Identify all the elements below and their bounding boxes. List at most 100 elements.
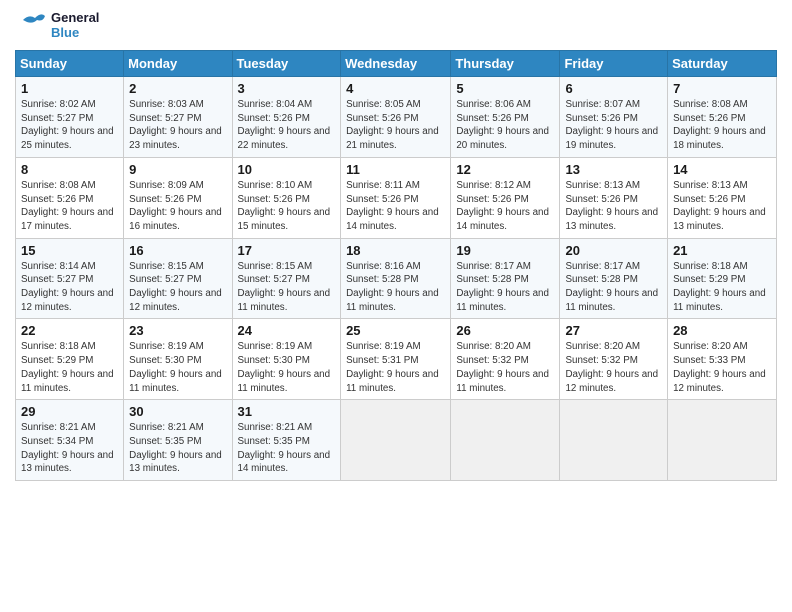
calendar-cell bbox=[341, 400, 451, 481]
day-info: Sunrise: 8:20 AMSunset: 5:32 PMDaylight:… bbox=[456, 341, 549, 393]
calendar-cell: 4 Sunrise: 8:05 AMSunset: 5:26 PMDayligh… bbox=[341, 77, 451, 158]
day-number: 30 bbox=[129, 404, 226, 419]
calendar-cell: 12 Sunrise: 8:12 AMSunset: 5:26 PMDaylig… bbox=[451, 157, 560, 238]
weekday-monday: Monday bbox=[124, 51, 232, 77]
calendar-cell: 19 Sunrise: 8:17 AMSunset: 5:28 PMDaylig… bbox=[451, 238, 560, 319]
calendar-week-2: 8 Sunrise: 8:08 AMSunset: 5:26 PMDayligh… bbox=[16, 157, 777, 238]
day-number: 24 bbox=[238, 323, 336, 338]
day-info: Sunrise: 8:09 AMSunset: 5:26 PMDaylight:… bbox=[129, 180, 222, 232]
day-info: Sunrise: 8:07 AMSunset: 5:26 PMDaylight:… bbox=[565, 99, 658, 151]
weekday-friday: Friday bbox=[560, 51, 668, 77]
calendar-cell: 18 Sunrise: 8:16 AMSunset: 5:28 PMDaylig… bbox=[341, 238, 451, 319]
day-number: 27 bbox=[565, 323, 662, 338]
calendar-cell: 2 Sunrise: 8:03 AMSunset: 5:27 PMDayligh… bbox=[124, 77, 232, 158]
calendar-cell: 17 Sunrise: 8:15 AMSunset: 5:27 PMDaylig… bbox=[232, 238, 341, 319]
day-number: 31 bbox=[238, 404, 336, 419]
calendar-cell: 28 Sunrise: 8:20 AMSunset: 5:33 PMDaylig… bbox=[668, 319, 777, 400]
calendar-cell: 31 Sunrise: 8:21 AMSunset: 5:35 PMDaylig… bbox=[232, 400, 341, 481]
logo-general: General bbox=[51, 10, 99, 25]
calendar-table: SundayMondayTuesdayWednesdayThursdayFrid… bbox=[15, 50, 777, 481]
day-number: 23 bbox=[129, 323, 226, 338]
weekday-thursday: Thursday bbox=[451, 51, 560, 77]
weekday-saturday: Saturday bbox=[668, 51, 777, 77]
day-info: Sunrise: 8:19 AMSunset: 5:31 PMDaylight:… bbox=[346, 341, 439, 393]
day-info: Sunrise: 8:19 AMSunset: 5:30 PMDaylight:… bbox=[238, 341, 331, 393]
day-number: 28 bbox=[673, 323, 771, 338]
day-number: 5 bbox=[456, 81, 554, 96]
day-number: 9 bbox=[129, 162, 226, 177]
calendar-cell: 22 Sunrise: 8:18 AMSunset: 5:29 PMDaylig… bbox=[16, 319, 124, 400]
logo-blue: Blue bbox=[51, 25, 79, 40]
day-number: 6 bbox=[565, 81, 662, 96]
calendar-cell: 1 Sunrise: 8:02 AMSunset: 5:27 PMDayligh… bbox=[16, 77, 124, 158]
calendar-cell: 21 Sunrise: 8:18 AMSunset: 5:29 PMDaylig… bbox=[668, 238, 777, 319]
day-info: Sunrise: 8:15 AMSunset: 5:27 PMDaylight:… bbox=[238, 261, 331, 313]
calendar-cell: 8 Sunrise: 8:08 AMSunset: 5:26 PMDayligh… bbox=[16, 157, 124, 238]
calendar-cell: 30 Sunrise: 8:21 AMSunset: 5:35 PMDaylig… bbox=[124, 400, 232, 481]
calendar-cell: 24 Sunrise: 8:19 AMSunset: 5:30 PMDaylig… bbox=[232, 319, 341, 400]
day-info: Sunrise: 8:02 AMSunset: 5:27 PMDaylight:… bbox=[21, 99, 114, 151]
calendar-cell bbox=[451, 400, 560, 481]
day-number: 20 bbox=[565, 243, 662, 258]
day-info: Sunrise: 8:08 AMSunset: 5:26 PMDaylight:… bbox=[21, 180, 114, 232]
calendar-cell: 29 Sunrise: 8:21 AMSunset: 5:34 PMDaylig… bbox=[16, 400, 124, 481]
calendar-cell: 26 Sunrise: 8:20 AMSunset: 5:32 PMDaylig… bbox=[451, 319, 560, 400]
day-number: 3 bbox=[238, 81, 336, 96]
day-info: Sunrise: 8:14 AMSunset: 5:27 PMDaylight:… bbox=[21, 261, 114, 313]
calendar-cell: 25 Sunrise: 8:19 AMSunset: 5:31 PMDaylig… bbox=[341, 319, 451, 400]
day-info: Sunrise: 8:05 AMSunset: 5:26 PMDaylight:… bbox=[346, 99, 439, 151]
calendar-week-4: 22 Sunrise: 8:18 AMSunset: 5:29 PMDaylig… bbox=[16, 319, 777, 400]
day-info: Sunrise: 8:10 AMSunset: 5:26 PMDaylight:… bbox=[238, 180, 331, 232]
calendar-cell: 5 Sunrise: 8:06 AMSunset: 5:26 PMDayligh… bbox=[451, 77, 560, 158]
day-info: Sunrise: 8:17 AMSunset: 5:28 PMDaylight:… bbox=[565, 261, 658, 313]
day-info: Sunrise: 8:08 AMSunset: 5:26 PMDaylight:… bbox=[673, 99, 766, 151]
day-number: 11 bbox=[346, 162, 445, 177]
day-number: 29 bbox=[21, 404, 118, 419]
calendar-week-1: 1 Sunrise: 8:02 AMSunset: 5:27 PMDayligh… bbox=[16, 77, 777, 158]
day-number: 4 bbox=[346, 81, 445, 96]
day-number: 8 bbox=[21, 162, 118, 177]
calendar-week-3: 15 Sunrise: 8:14 AMSunset: 5:27 PMDaylig… bbox=[16, 238, 777, 319]
day-info: Sunrise: 8:15 AMSunset: 5:27 PMDaylight:… bbox=[129, 261, 222, 313]
calendar-cell: 11 Sunrise: 8:11 AMSunset: 5:26 PMDaylig… bbox=[341, 157, 451, 238]
day-number: 12 bbox=[456, 162, 554, 177]
day-number: 22 bbox=[21, 323, 118, 338]
day-info: Sunrise: 8:20 AMSunset: 5:32 PMDaylight:… bbox=[565, 341, 658, 393]
calendar-cell: 14 Sunrise: 8:13 AMSunset: 5:26 PMDaylig… bbox=[668, 157, 777, 238]
day-info: Sunrise: 8:17 AMSunset: 5:28 PMDaylight:… bbox=[456, 261, 549, 313]
calendar-cell: 20 Sunrise: 8:17 AMSunset: 5:28 PMDaylig… bbox=[560, 238, 668, 319]
day-info: Sunrise: 8:06 AMSunset: 5:26 PMDaylight:… bbox=[456, 99, 549, 151]
day-info: Sunrise: 8:21 AMSunset: 5:35 PMDaylight:… bbox=[129, 422, 222, 474]
logo-bird-icon bbox=[15, 10, 47, 42]
calendar-cell bbox=[560, 400, 668, 481]
day-number: 2 bbox=[129, 81, 226, 96]
day-info: Sunrise: 8:04 AMSunset: 5:26 PMDaylight:… bbox=[238, 99, 331, 151]
day-info: Sunrise: 8:16 AMSunset: 5:28 PMDaylight:… bbox=[346, 261, 439, 313]
day-number: 25 bbox=[346, 323, 445, 338]
calendar-cell: 9 Sunrise: 8:09 AMSunset: 5:26 PMDayligh… bbox=[124, 157, 232, 238]
day-info: Sunrise: 8:19 AMSunset: 5:30 PMDaylight:… bbox=[129, 341, 222, 393]
weekday-sunday: Sunday bbox=[16, 51, 124, 77]
calendar-cell: 3 Sunrise: 8:04 AMSunset: 5:26 PMDayligh… bbox=[232, 77, 341, 158]
weekday-wednesday: Wednesday bbox=[341, 51, 451, 77]
calendar-cell: 23 Sunrise: 8:19 AMSunset: 5:30 PMDaylig… bbox=[124, 319, 232, 400]
day-info: Sunrise: 8:18 AMSunset: 5:29 PMDaylight:… bbox=[21, 341, 114, 393]
day-info: Sunrise: 8:21 AMSunset: 5:34 PMDaylight:… bbox=[21, 422, 114, 474]
day-number: 17 bbox=[238, 243, 336, 258]
logo-text: General Blue bbox=[51, 11, 99, 41]
weekday-tuesday: Tuesday bbox=[232, 51, 341, 77]
day-number: 10 bbox=[238, 162, 336, 177]
day-info: Sunrise: 8:13 AMSunset: 5:26 PMDaylight:… bbox=[565, 180, 658, 232]
day-info: Sunrise: 8:12 AMSunset: 5:26 PMDaylight:… bbox=[456, 180, 549, 232]
day-info: Sunrise: 8:20 AMSunset: 5:33 PMDaylight:… bbox=[673, 341, 766, 393]
weekday-header-row: SundayMondayTuesdayWednesdayThursdayFrid… bbox=[16, 51, 777, 77]
day-number: 19 bbox=[456, 243, 554, 258]
day-number: 13 bbox=[565, 162, 662, 177]
day-info: Sunrise: 8:21 AMSunset: 5:35 PMDaylight:… bbox=[238, 422, 331, 474]
calendar-week-5: 29 Sunrise: 8:21 AMSunset: 5:34 PMDaylig… bbox=[16, 400, 777, 481]
page-header: General Blue bbox=[15, 10, 777, 42]
day-number: 26 bbox=[456, 323, 554, 338]
calendar-cell: 27 Sunrise: 8:20 AMSunset: 5:32 PMDaylig… bbox=[560, 319, 668, 400]
day-number: 14 bbox=[673, 162, 771, 177]
day-number: 15 bbox=[21, 243, 118, 258]
